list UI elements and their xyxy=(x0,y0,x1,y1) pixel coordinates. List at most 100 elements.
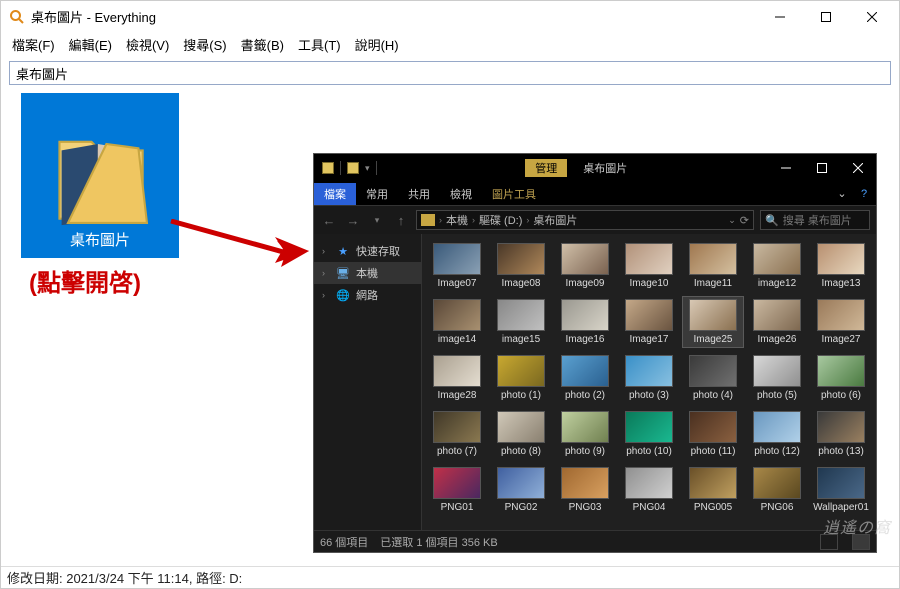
thumbnail-image xyxy=(625,243,673,275)
chevron-right-icon[interactable]: › xyxy=(439,215,442,225)
file-thumb[interactable]: Image27 xyxy=(810,296,872,348)
menu-view[interactable]: 檢視(V) xyxy=(119,33,176,56)
file-label: photo (9) xyxy=(565,446,605,457)
thumbnail-image xyxy=(817,355,865,387)
nav-quick-access[interactable]: › ★ 快速存取 xyxy=(314,240,421,262)
help-icon[interactable]: ? xyxy=(852,188,876,200)
nav-this-pc[interactable]: › 🖥 本機 xyxy=(314,262,421,284)
everything-searchbar xyxy=(9,61,891,85)
explorer-search-field[interactable]: 🔍 搜尋 桌布圖片 xyxy=(760,210,870,230)
explorer-file-grid[interactable]: Image07 Image08 Image09 Image10 Image11 image… xyxy=(422,234,876,530)
tab-file[interactable]: 檔案 xyxy=(314,183,356,205)
menu-bookmark[interactable]: 書籤(B) xyxy=(234,33,291,56)
qat-dropdown-icon[interactable]: ▾ xyxy=(365,163,370,174)
file-thumb[interactable]: photo (7) xyxy=(426,408,488,460)
menu-search[interactable]: 搜尋(S) xyxy=(176,33,233,56)
address-field[interactable]: › 本機 › 驅碟 (D:) › 桌布圖片 ⌄ ⟳ xyxy=(416,210,754,230)
file-thumb[interactable]: Image25 xyxy=(682,296,744,348)
file-thumb[interactable]: photo (12) xyxy=(746,408,808,460)
file-thumb[interactable]: photo (13) xyxy=(810,408,872,460)
file-thumb[interactable]: Image10 xyxy=(618,240,680,292)
nav-label: 網路 xyxy=(356,287,378,303)
menu-help[interactable]: 說明(H) xyxy=(348,33,406,56)
thumbnail-image xyxy=(561,467,609,499)
file-thumb[interactable]: Image17 xyxy=(618,296,680,348)
view-details-button[interactable] xyxy=(820,534,838,550)
breadcrumb-part[interactable]: 驅碟 (D:) xyxy=(479,212,522,228)
file-thumb[interactable]: photo (9) xyxy=(554,408,616,460)
file-thumb[interactable]: PNG04 xyxy=(618,464,680,516)
close-button[interactable] xyxy=(849,2,895,32)
file-thumb[interactable]: photo (6) xyxy=(810,352,872,404)
file-thumb[interactable]: Image11 xyxy=(682,240,744,292)
chevron-right-icon[interactable]: › xyxy=(526,215,529,225)
file-thumb[interactable]: photo (2) xyxy=(554,352,616,404)
file-thumb[interactable]: photo (3) xyxy=(618,352,680,404)
chevron-right-icon[interactable]: › xyxy=(472,215,475,225)
qat-icon[interactable] xyxy=(347,162,359,174)
explorer-minimize-button[interactable] xyxy=(768,154,804,182)
file-thumb[interactable]: Image16 xyxy=(554,296,616,348)
file-label: PNG03 xyxy=(569,502,602,513)
tab-picture-tools[interactable]: 圖片工具 xyxy=(482,183,546,205)
result-folder-item[interactable]: 桌布圖片 xyxy=(21,93,179,285)
nav-back-button[interactable]: ← xyxy=(320,213,338,228)
file-thumb[interactable]: PNG02 xyxy=(490,464,552,516)
explorer-close-button[interactable] xyxy=(840,154,876,182)
file-thumb[interactable]: PNG03 xyxy=(554,464,616,516)
file-label: photo (7) xyxy=(437,446,477,457)
menu-edit[interactable]: 編輯(E) xyxy=(62,33,119,56)
explorer-title: 桌布圖片 xyxy=(583,160,627,176)
file-thumb[interactable]: PNG06 xyxy=(746,464,808,516)
file-label: PNG01 xyxy=(441,502,474,513)
ribbon-expand-icon[interactable]: ⌄ xyxy=(832,187,852,200)
minimize-button[interactable] xyxy=(757,2,803,32)
thumbnail-image xyxy=(753,467,801,499)
menu-file[interactable]: 檔案(F) xyxy=(5,33,62,56)
file-thumb[interactable]: photo (5) xyxy=(746,352,808,404)
address-dropdown-icon[interactable]: ⌄ xyxy=(728,215,736,226)
nav-history-dropdown[interactable]: ▾ xyxy=(368,215,386,226)
file-thumb[interactable]: Image09 xyxy=(554,240,616,292)
network-icon: 🌐 xyxy=(336,289,350,301)
file-thumb[interactable]: photo (1) xyxy=(490,352,552,404)
nav-up-button[interactable]: ↑ xyxy=(392,213,410,228)
file-thumb[interactable]: photo (4) xyxy=(682,352,744,404)
breadcrumb-part[interactable]: 本機 xyxy=(446,212,468,228)
file-label: photo (3) xyxy=(629,390,669,401)
file-thumb[interactable]: PNG005 xyxy=(682,464,744,516)
manage-context-tab[interactable]: 管理 xyxy=(525,159,567,177)
file-thumb[interactable]: Image08 xyxy=(490,240,552,292)
tab-home[interactable]: 常用 xyxy=(356,183,398,205)
maximize-button[interactable] xyxy=(803,2,849,32)
file-thumb[interactable]: image15 xyxy=(490,296,552,348)
file-thumb[interactable]: Image07 xyxy=(426,240,488,292)
file-thumb[interactable]: Image26 xyxy=(746,296,808,348)
thumbnail-image xyxy=(497,355,545,387)
file-thumb[interactable]: photo (8) xyxy=(490,408,552,460)
breadcrumb-part[interactable]: 桌布圖片 xyxy=(533,212,577,228)
menu-tools[interactable]: 工具(T) xyxy=(291,33,348,56)
file-label: Image08 xyxy=(502,278,541,289)
file-thumb[interactable]: photo (10) xyxy=(618,408,680,460)
refresh-icon[interactable]: ⟳ xyxy=(740,214,749,227)
file-thumb[interactable]: Image13 xyxy=(810,240,872,292)
search-input[interactable] xyxy=(9,61,891,85)
nav-forward-button[interactable]: → xyxy=(344,213,362,228)
file-label: Image10 xyxy=(630,278,669,289)
status-text: 修改日期: 2021/3/24 下午 11:14, 路徑: D: xyxy=(7,568,242,587)
file-thumb[interactable]: image14 xyxy=(426,296,488,348)
file-thumb[interactable]: photo (11) xyxy=(682,408,744,460)
file-thumb[interactable]: Wallpaper01 xyxy=(810,464,872,516)
nav-network[interactable]: › 🌐 網路 xyxy=(314,284,421,306)
view-thumbs-button[interactable] xyxy=(852,534,870,550)
file-thumb[interactable]: Image28 xyxy=(426,352,488,404)
tab-share[interactable]: 共用 xyxy=(398,183,440,205)
file-thumb[interactable]: PNG01 xyxy=(426,464,488,516)
tab-view[interactable]: 檢視 xyxy=(440,183,482,205)
file-thumb[interactable]: image12 xyxy=(746,240,808,292)
explorer-titlebar[interactable]: ▾ 管理 桌布圖片 xyxy=(314,154,876,182)
file-label: PNG005 xyxy=(694,502,732,513)
file-label: image12 xyxy=(758,278,796,289)
explorer-maximize-button[interactable] xyxy=(804,154,840,182)
